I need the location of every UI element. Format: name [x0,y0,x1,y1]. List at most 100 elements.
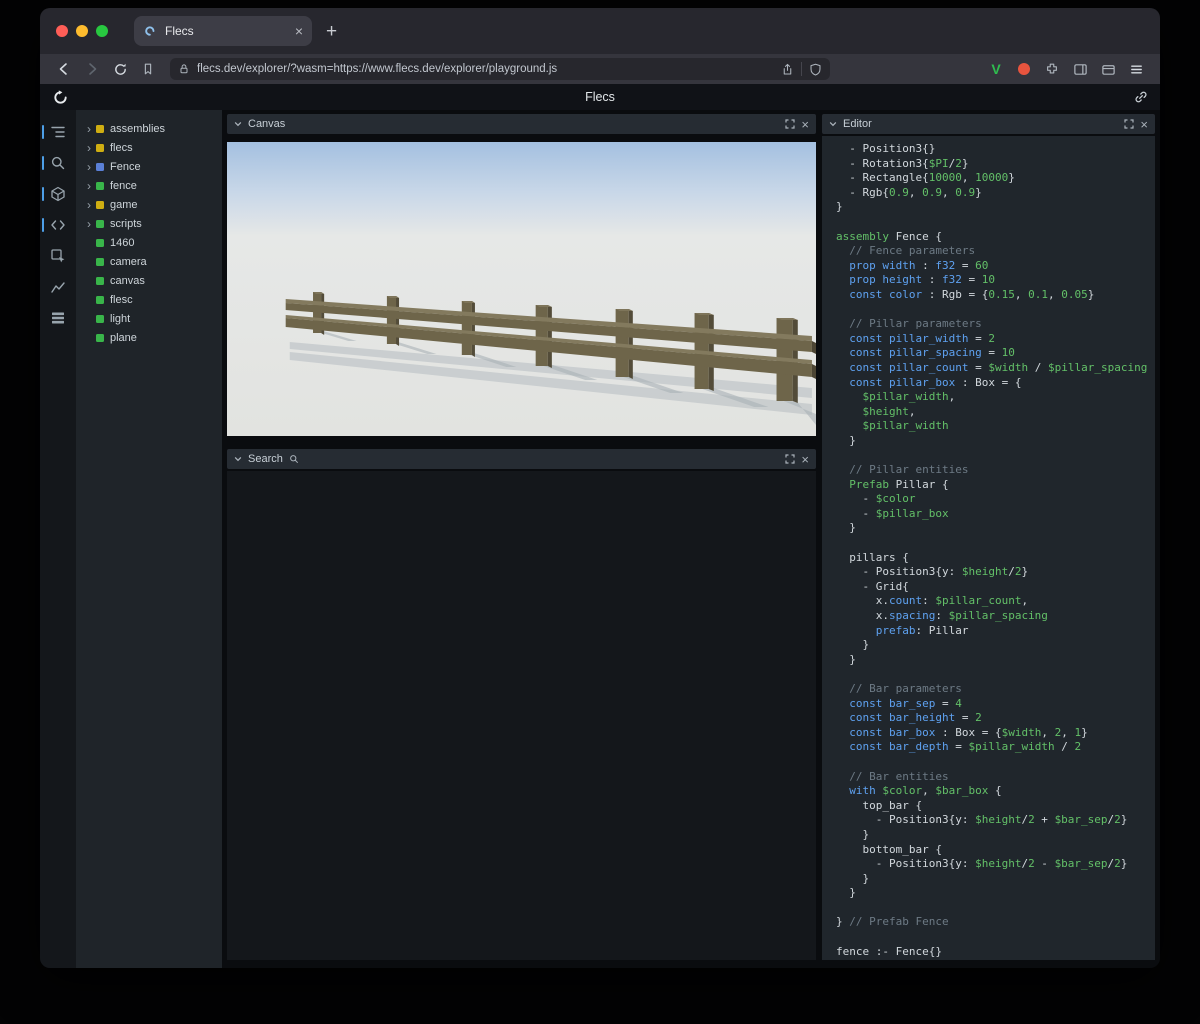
v-logo-icon[interactable]: V [984,58,1008,80]
tree-item-canvas[interactable]: ›canvas [76,271,222,290]
code-line [836,901,1155,916]
expand-chevron-icon[interactable]: › [83,161,95,173]
entity-label: camera [110,256,147,268]
entity-label: light [110,313,130,325]
code-line: const bar_height = 2 [836,711,1155,726]
window-minimize-button[interactable] [76,25,88,37]
code-line: top_bar { [836,799,1155,814]
chevron-down-icon[interactable] [234,455,242,463]
tree-item-fence[interactable]: › fence [76,176,222,195]
tree-item-plane[interactable]: ›plane [76,328,222,347]
expand-icon[interactable] [785,454,795,464]
code-line: - Rotation3{$PI/2} [836,157,1155,172]
code-icon[interactable] [45,215,71,235]
share-icon[interactable] [781,63,794,76]
expand-chevron-icon[interactable]: › [83,218,95,230]
code-line: } [836,872,1155,887]
tree-item-1460[interactable]: ›1460 [76,233,222,252]
menu-icon[interactable] [1124,58,1148,80]
reload-icon[interactable] [108,58,132,80]
code-line: const bar_box : Box = {$width, 2, 1} [836,726,1155,741]
expand-icon[interactable] [785,119,795,129]
code-line: const color : Rgb = {0.15, 0.1, 0.05} [836,288,1155,303]
statistics-icon[interactable] [45,277,71,297]
tree-item-flesc[interactable]: ›flesc [76,290,222,309]
expand-chevron-icon[interactable]: › [83,142,95,154]
expand-icon[interactable] [1124,119,1134,129]
shield-icon[interactable] [809,63,822,76]
close-icon[interactable]: × [1140,118,1148,131]
entity-color-square [96,277,104,285]
inspect-icon[interactable] [45,246,71,266]
tree-item-light[interactable]: ›light [76,309,222,328]
close-icon[interactable]: × [801,453,809,466]
tab-favicon-icon [143,24,157,38]
code-line: $pillar_width [836,419,1155,434]
traffic-lights [56,25,108,37]
sidebar-toggle-icon[interactable] [1068,58,1092,80]
entity-label: plane [110,332,137,344]
code-line: } [836,638,1155,653]
entity-label: 1460 [110,237,134,249]
entity-label: assemblies [110,123,165,135]
address-bar[interactable]: flecs.dev/explorer/?wasm=https://www.fle… [170,58,830,80]
entity-label: flesc [110,294,133,306]
code-line: } [836,886,1155,901]
code-line: const pillar_box : Box = { [836,376,1155,391]
close-icon[interactable]: × [801,118,809,131]
code-line: - Position3{} [836,142,1155,157]
expand-chevron-icon[interactable]: › [83,180,95,192]
bookmark-icon[interactable] [136,58,160,80]
code-line: - $color [836,492,1155,507]
tree-item-Fence[interactable]: ›Fence [76,157,222,176]
window-close-button[interactable] [56,25,68,37]
entity-color-square [96,315,104,323]
search-panel-header[interactable]: Search × [227,449,816,469]
search-icon[interactable] [45,153,71,173]
code-line: // Bar entities [836,770,1155,785]
expand-chevron-icon[interactable]: › [83,123,95,135]
code-line: } [836,828,1155,843]
queries-icon[interactable] [45,308,71,328]
code-line: with $color, $bar_box { [836,784,1155,799]
canvas-panel-header[interactable]: Canvas × [227,114,816,134]
scene-cube-icon[interactable] [45,184,71,204]
code-line: - Rectangle{10000, 10000} [836,171,1155,186]
entity-label: fence [110,180,137,192]
forward-icon[interactable] [80,58,104,80]
extensions-puzzle-icon[interactable] [1040,58,1064,80]
canvas-3d-view[interactable] [227,142,816,436]
code-line: - $pillar_box [836,507,1155,522]
code-line: prop width : f32 = 60 [836,259,1155,274]
chevron-down-icon[interactable] [234,120,242,128]
editor-code[interactable]: - Position3{} - Rotation3{$PI/2} - Recta… [822,136,1155,960]
wallet-icon[interactable] [1096,58,1120,80]
editor-panel-header[interactable]: Editor × [822,114,1155,134]
tree-item-game[interactable]: › game [76,195,222,214]
code-line [836,215,1155,230]
tree-item-camera[interactable]: ›camera [76,252,222,271]
chevron-down-icon[interactable] [829,120,837,128]
tree-item-flecs[interactable]: ›flecs [76,138,222,157]
window-zoom-button[interactable] [96,25,108,37]
code-line: - Grid{ [836,580,1155,595]
browser-tab[interactable]: Flecs × [134,16,312,46]
entity-color-square [96,182,104,190]
code-line: // Fence parameters [836,244,1155,259]
fence-3d-render [227,142,816,436]
entity-tree-icon[interactable] [45,122,71,142]
code-line: - Rgb{0.9, 0.9, 0.9} [836,186,1155,201]
record-dot-icon[interactable] [1012,58,1036,80]
search-panel: Search × [227,449,816,960]
tab-close-icon[interactable]: × [295,23,303,39]
new-tab-button[interactable]: + [326,22,337,41]
tree-item-scripts[interactable]: ›scripts [76,214,222,233]
expand-chevron-icon[interactable]: › [83,199,95,211]
entity-color-square [96,334,104,342]
back-icon[interactable] [52,58,76,80]
tree-item-assemblies[interactable]: › assemblies [76,119,222,138]
code-line [836,755,1155,770]
code-line: } [836,434,1155,449]
app-header: Flecs [40,84,1160,110]
entity-label: game [110,199,138,211]
